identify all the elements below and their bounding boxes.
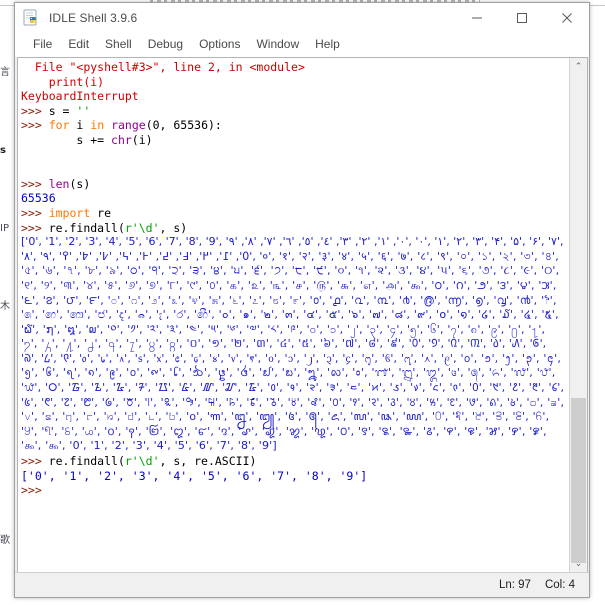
shell-line: >>> for i in range(0, 65536):	[21, 118, 569, 133]
code-token: >>>	[21, 103, 49, 118]
shell-line: >>> re.findall(r'\d', s)	[21, 221, 569, 236]
code-token: >>>	[21, 483, 42, 498]
status-line-number: Ln: 97	[498, 579, 531, 591]
shell-line: print(i)	[21, 75, 569, 90]
code-token: ''	[76, 103, 91, 118]
code-token: range	[111, 118, 146, 133]
minimize-button[interactable]	[454, 3, 499, 33]
shell-line: >>> import re	[21, 206, 569, 221]
unicode-output-end: '௯', '௯', '0', '1', '2', '3', '4', '5', …	[21, 439, 277, 453]
unicode-output-start: ['0', '1', '2', '3', '4', '5', '6', '7',…	[21, 235, 568, 438]
menu-item-options[interactable]: Options	[191, 35, 248, 54]
window-titlebar[interactable]: IDLE Shell 3.9.6	[15, 3, 589, 33]
code-token: (0, 65536):	[145, 118, 222, 133]
code-token: (i)	[131, 132, 153, 147]
window-title: IDLE Shell 3.9.6	[49, 11, 138, 25]
code-token: import	[48, 205, 91, 220]
code-token: File "<pyshell#3>", line 2, in <module>	[34, 60, 305, 74]
shell-line: s += chr(i)	[21, 133, 569, 148]
code-token: , s, re.ASCII)	[159, 454, 257, 469]
close-button[interactable]	[544, 3, 589, 33]
code-token: >>>	[21, 205, 49, 220]
code-token: (s)	[69, 176, 91, 191]
shell-line: >>>	[21, 483, 569, 498]
code-token: 65536	[21, 191, 56, 206]
maximize-button[interactable]	[499, 3, 544, 33]
shell-line: >>> s = ''	[21, 104, 569, 119]
code-token: len	[48, 176, 70, 191]
shell-tail-lines: >>> re.findall(r'\d', s, re.ASCII) ['0', …	[21, 454, 569, 498]
menu-item-edit[interactable]: Edit	[60, 35, 97, 54]
shell-code-lines: File "<pyshell#3>", line 2, in <module> …	[21, 60, 569, 235]
code-token: chr	[111, 132, 132, 147]
code-token: ['0', '1', '2', '3', '4', '5', '6', '7',…	[21, 468, 368, 483]
shell-line: >>> len(s)	[21, 177, 569, 192]
code-token: , s)	[159, 220, 188, 235]
shell-line: ['0', '1', '2', '3', '4', '5', '6', '7',…	[21, 469, 569, 484]
menu-item-help[interactable]: Help	[307, 35, 348, 54]
vertical-scrollbar[interactable]: ⌃ ⌄	[569, 58, 587, 572]
code-token: re	[90, 205, 112, 220]
shell-line: File "<pyshell#3>", line 2, in <module>	[21, 60, 569, 75]
code-token: >>>	[21, 118, 49, 133]
code-token: >>>	[21, 220, 49, 235]
shell-text-region: File "<pyshell#3>", line 2, in <module> …	[17, 57, 588, 572]
code-token: >>>	[21, 454, 49, 469]
code-token: for	[48, 118, 70, 133]
statusbar: Ln: 97 Col: 4	[15, 572, 589, 597]
code-token: >>>	[21, 176, 49, 191]
code-token: s +=	[76, 132, 112, 147]
menu-item-file[interactable]: File	[25, 35, 60, 54]
code-token: in	[90, 118, 105, 133]
code-token: KeyboardInterrupt	[21, 89, 139, 104]
code-token: re.findall(	[48, 454, 125, 469]
screen: 言 s IP 木 歌 [ IP IP 答 紙 IP	[0, 0, 605, 605]
shell-output-area[interactable]: File "<pyshell#3>", line 2, in <module> …	[18, 58, 569, 572]
code-token: r'\d'	[124, 220, 160, 235]
scroll-up-icon[interactable]: ⌃	[570, 58, 587, 75]
menubar: File Edit Shell Debug Options Window Hel…	[15, 33, 589, 57]
code-token: print(i)	[48, 74, 105, 89]
shell-line: KeyboardInterrupt	[21, 89, 569, 104]
scroll-down-icon[interactable]: ⌄	[570, 555, 587, 572]
code-token: s =	[48, 103, 77, 118]
window-controls	[454, 3, 589, 33]
menu-item-debug[interactable]: Debug	[140, 35, 191, 54]
status-column-number: Col: 4	[544, 579, 575, 591]
idle-shell-window: IDLE Shell 3.9.6 File Edit Shell Debug O…	[14, 2, 590, 598]
scrollbar-thumb[interactable]	[571, 398, 586, 563]
code-token: i	[69, 118, 91, 133]
code-token: re.findall(	[48, 220, 125, 235]
menu-item-window[interactable]: Window	[248, 35, 307, 54]
python-idle-icon	[23, 9, 41, 27]
unicode-digits-output: ['0', '1', '2', '3', '4', '5', '6', '7',…	[21, 235, 569, 454]
menu-item-shell[interactable]: Shell	[97, 35, 140, 54]
shell-line: >>> re.findall(r'\d', s, re.ASCII)	[21, 454, 569, 469]
shell-line: 65536	[21, 191, 569, 206]
code-token: r'\d'	[124, 454, 160, 469]
